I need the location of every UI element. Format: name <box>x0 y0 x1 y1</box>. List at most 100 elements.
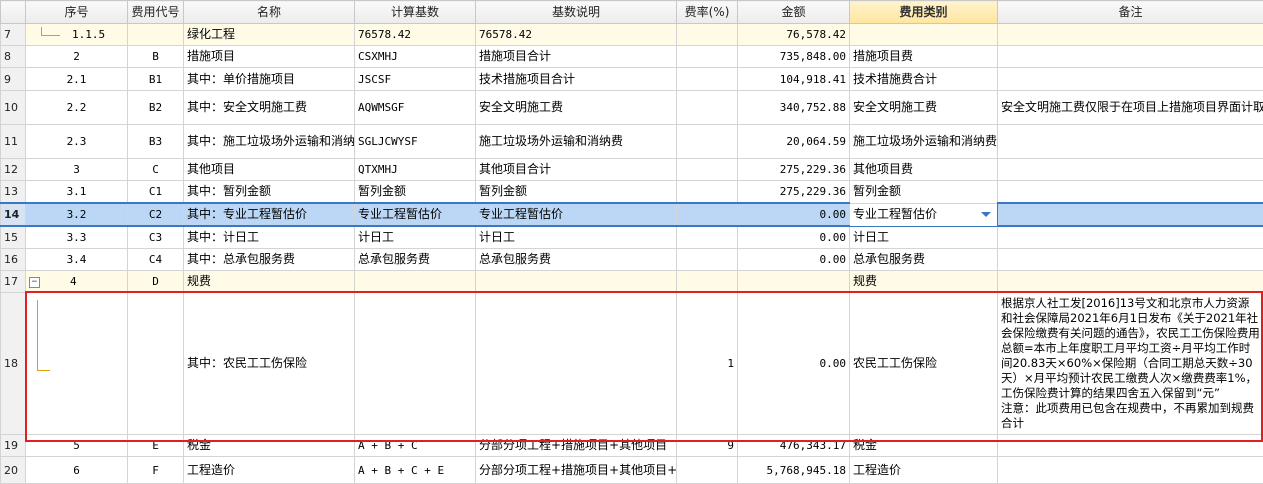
basis-cell[interactable]: 计日工 <box>355 226 476 249</box>
table-row-selected[interactable]: 14 3.2 C2 其中：专业工程暂估价 专业工程暂估价 专业工程暂估价 0.0… <box>1 203 1263 226</box>
header-amount[interactable]: 金额 <box>738 1 850 24</box>
code-cell[interactable]: B3 <box>128 125 184 159</box>
basis-cell[interactable]: JSCSF <box>355 68 476 91</box>
code-cell[interactable]: C <box>128 159 184 181</box>
rate-cell[interactable] <box>677 181 738 204</box>
rate-cell[interactable]: 1 <box>677 293 738 435</box>
basis-desc-cell[interactable]: 其他项目合计 <box>476 159 677 181</box>
header-category[interactable]: 费用类别 <box>850 1 998 24</box>
code-cell[interactable]: C3 <box>128 226 184 249</box>
note-cell[interactable]: 安全文明施工费仅限于在项目上措施项目界面计取 <box>998 91 1263 125</box>
basis-desc-cell[interactable]: 施工垃圾场外运输和消纳费 <box>476 125 677 159</box>
seq-cell[interactable]: 3.4 <box>26 249 128 271</box>
note-cell[interactable] <box>998 203 1263 226</box>
rate-cell[interactable] <box>677 125 738 159</box>
basis-desc-cell[interactable] <box>476 271 677 293</box>
name-cell[interactable]: 其中：总承包服务费 <box>184 249 355 271</box>
note-cell[interactable]: 根据京人社工发[2016]13号文和北京市人力资源和社会保障局2021年6月1日… <box>998 293 1263 435</box>
table-row[interactable]: 20 6 F 工程造价 A + B + C + E 分部分项工程+措施项目+其他… <box>1 457 1263 484</box>
basis-desc-cell[interactable]: 总承包服务费 <box>476 249 677 271</box>
basis-cell[interactable]: A + B + C <box>355 435 476 457</box>
note-cell[interactable] <box>998 249 1263 271</box>
table-row[interactable]: 13 3.1 C1 其中：暂列金额 暂列金额 暂列金额 275,229.36 暂… <box>1 181 1263 204</box>
name-cell[interactable]: 措施项目 <box>184 46 355 68</box>
name-cell[interactable]: 工程造价 <box>184 457 355 484</box>
basis-desc-cell[interactable]: 76578.42 <box>476 24 677 46</box>
rate-cell[interactable] <box>677 457 738 484</box>
seq-cell[interactable]: 3 <box>26 159 128 181</box>
rate-cell[interactable] <box>677 271 738 293</box>
table-row[interactable]: 9 2.1 B1 其中：单价措施项目 JSCSF 技术措施项目合计 104,91… <box>1 68 1263 91</box>
basis-cell[interactable]: 专业工程暂估价 <box>355 203 476 226</box>
dropdown-arrow-icon[interactable] <box>981 212 991 217</box>
seq-cell[interactable]: −4 <box>26 271 128 293</box>
note-cell[interactable] <box>998 24 1263 46</box>
seq-cell[interactable]: 2.3 <box>26 125 128 159</box>
header-basis-desc[interactable]: 基数说明 <box>476 1 677 24</box>
note-cell[interactable] <box>998 271 1263 293</box>
rate-cell[interactable] <box>677 46 738 68</box>
code-cell[interactable]: B2 <box>128 91 184 125</box>
table-row[interactable]: 16 3.4 C4 其中：总承包服务费 总承包服务费 总承包服务费 0.00 总… <box>1 249 1263 271</box>
name-cell[interactable]: 其中：专业工程暂估价 <box>184 203 355 226</box>
table-row[interactable]: 18 其中：农民工工伤保险 1 0.00 农民工工伤保险 根据京人社工发[201… <box>1 293 1263 435</box>
seq-cell[interactable]: 2.2 <box>26 91 128 125</box>
rate-cell[interactable] <box>677 249 738 271</box>
rate-cell[interactable] <box>677 203 738 226</box>
rate-cell[interactable]: 9 <box>677 435 738 457</box>
code-cell[interactable]: E <box>128 435 184 457</box>
category-cell[interactable]: 规费 <box>850 271 998 293</box>
category-cell[interactable] <box>850 24 998 46</box>
code-cell[interactable] <box>128 24 184 46</box>
seq-cell[interactable]: 1.1.5 <box>26 24 128 46</box>
rate-cell[interactable] <box>677 226 738 249</box>
category-cell[interactable]: 税金 <box>850 435 998 457</box>
basis-cell[interactable] <box>355 293 476 435</box>
category-cell[interactable]: 技术措施费合计 <box>850 68 998 91</box>
code-cell[interactable] <box>128 293 184 435</box>
header-code[interactable]: 费用代号 <box>128 1 184 24</box>
basis-cell[interactable]: A + B + C + E <box>355 457 476 484</box>
basis-cell[interactable]: QTXMHJ <box>355 159 476 181</box>
basis-desc-cell[interactable]: 措施项目合计 <box>476 46 677 68</box>
basis-cell[interactable]: 暂列金额 <box>355 181 476 204</box>
code-cell[interactable]: C4 <box>128 249 184 271</box>
header-seq[interactable]: 序号 <box>26 1 128 24</box>
name-cell[interactable]: 其中：暂列金额 <box>184 181 355 204</box>
basis-cell[interactable]: AQWMSGF <box>355 91 476 125</box>
category-dropdown[interactable]: 专业工程暂估价 <box>850 203 998 226</box>
note-cell[interactable] <box>998 159 1263 181</box>
category-cell[interactable]: 措施项目费 <box>850 46 998 68</box>
name-cell[interactable]: 其中：安全文明施工费 <box>184 91 355 125</box>
seq-cell[interactable]: 5 <box>26 435 128 457</box>
code-cell[interactable]: C2 <box>128 203 184 226</box>
name-cell[interactable]: 绿化工程 <box>184 24 355 46</box>
category-cell[interactable]: 施工垃圾场外运输和消纳费 <box>850 125 998 159</box>
basis-desc-cell[interactable]: 技术措施项目合计 <box>476 68 677 91</box>
name-cell[interactable]: 其中：施工垃圾场外运输和消纳费 <box>184 125 355 159</box>
note-cell[interactable] <box>998 435 1263 457</box>
code-cell[interactable]: B <box>128 46 184 68</box>
table-row[interactable]: 10 2.2 B2 其中：安全文明施工费 AQWMSGF 安全文明施工费 340… <box>1 91 1263 125</box>
table-row[interactable]: 17 −4 D 规费 规费 <box>1 271 1263 293</box>
basis-desc-cell[interactable]: 分部分项工程+措施项目+其他项目 <box>476 435 677 457</box>
category-cell[interactable]: 总承包服务费 <box>850 249 998 271</box>
name-cell[interactable]: 其中：农民工工伤保险 <box>184 293 355 435</box>
note-cell[interactable] <box>998 46 1263 68</box>
table-row[interactable]: 12 3 C 其他项目 QTXMHJ 其他项目合计 275,229.36 其他项… <box>1 159 1263 181</box>
header-name[interactable]: 名称 <box>184 1 355 24</box>
basis-cell[interactable]: 76578.42 <box>355 24 476 46</box>
category-cell[interactable]: 其他项目费 <box>850 159 998 181</box>
code-cell[interactable]: C1 <box>128 181 184 204</box>
category-cell[interactable]: 安全文明施工费 <box>850 91 998 125</box>
note-cell[interactable] <box>998 181 1263 204</box>
seq-cell[interactable]: 6 <box>26 457 128 484</box>
basis-desc-cell[interactable]: 专业工程暂估价 <box>476 203 677 226</box>
basis-desc-cell[interactable]: 分部分项工程+措施项目+其他项目+税金 <box>476 457 677 484</box>
basis-cell[interactable]: CSXMHJ <box>355 46 476 68</box>
rate-cell[interactable] <box>677 159 738 181</box>
rate-cell[interactable] <box>677 91 738 125</box>
seq-cell[interactable]: 2.1 <box>26 68 128 91</box>
header-rate[interactable]: 费率(%) <box>677 1 738 24</box>
name-cell[interactable]: 税金 <box>184 435 355 457</box>
